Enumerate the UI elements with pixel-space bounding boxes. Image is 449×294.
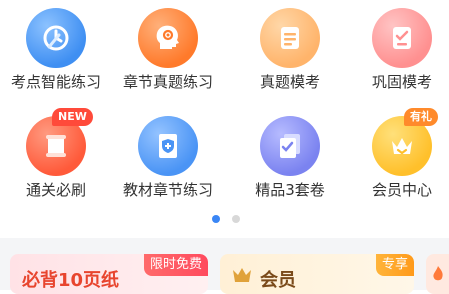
new-badge: NEW (52, 108, 93, 126)
gift-badge: 有礼 (404, 108, 438, 126)
feature-grid: 考点智能练习 章节真题练习 真题模考 巩固模考 NEW 通关必刷 教材章节练习 … (0, 0, 449, 210)
promo-card-partial[interactable] (426, 254, 449, 294)
grid-item-gonggu-mokao[interactable]: 巩固模考 (346, 0, 449, 100)
page-dot[interactable] (232, 215, 240, 223)
grid-item-jiaocai[interactable]: 教材章节练习 (112, 108, 224, 208)
grid-item-label: 会员中心 (371, 181, 432, 199)
document-icon (260, 8, 320, 68)
page-dot-active[interactable] (212, 215, 220, 223)
flame-icon (432, 266, 444, 282)
limited-free-tag: 限时免费 (143, 254, 208, 276)
grid-item-zhangjie-zhenti[interactable]: 章节真题练习 (112, 0, 224, 100)
clock-icon (26, 8, 86, 68)
book-shield-icon (138, 116, 198, 176)
grid-item-huiyuan[interactable]: 有礼 会员中心 (346, 108, 449, 208)
promo-card-title: 会员 (260, 270, 296, 291)
page-indicator (0, 215, 449, 225)
papers-check-icon (260, 116, 320, 176)
checklist-icon (372, 8, 432, 68)
promo-card-title: 必背10页纸 (22, 270, 120, 291)
crown-icon (232, 266, 252, 284)
promo-card-member[interactable]: 会员 专享 (220, 254, 414, 294)
promo-section: 必背10页纸 限时免费 会员 专享 (0, 238, 449, 294)
promo-card-10-pages[interactable]: 必背10页纸 限时免费 (10, 254, 208, 294)
grid-item-label: 巩固模考 (371, 73, 432, 91)
exclusive-tag: 专享 (375, 254, 414, 276)
head-gear-icon (138, 8, 198, 68)
